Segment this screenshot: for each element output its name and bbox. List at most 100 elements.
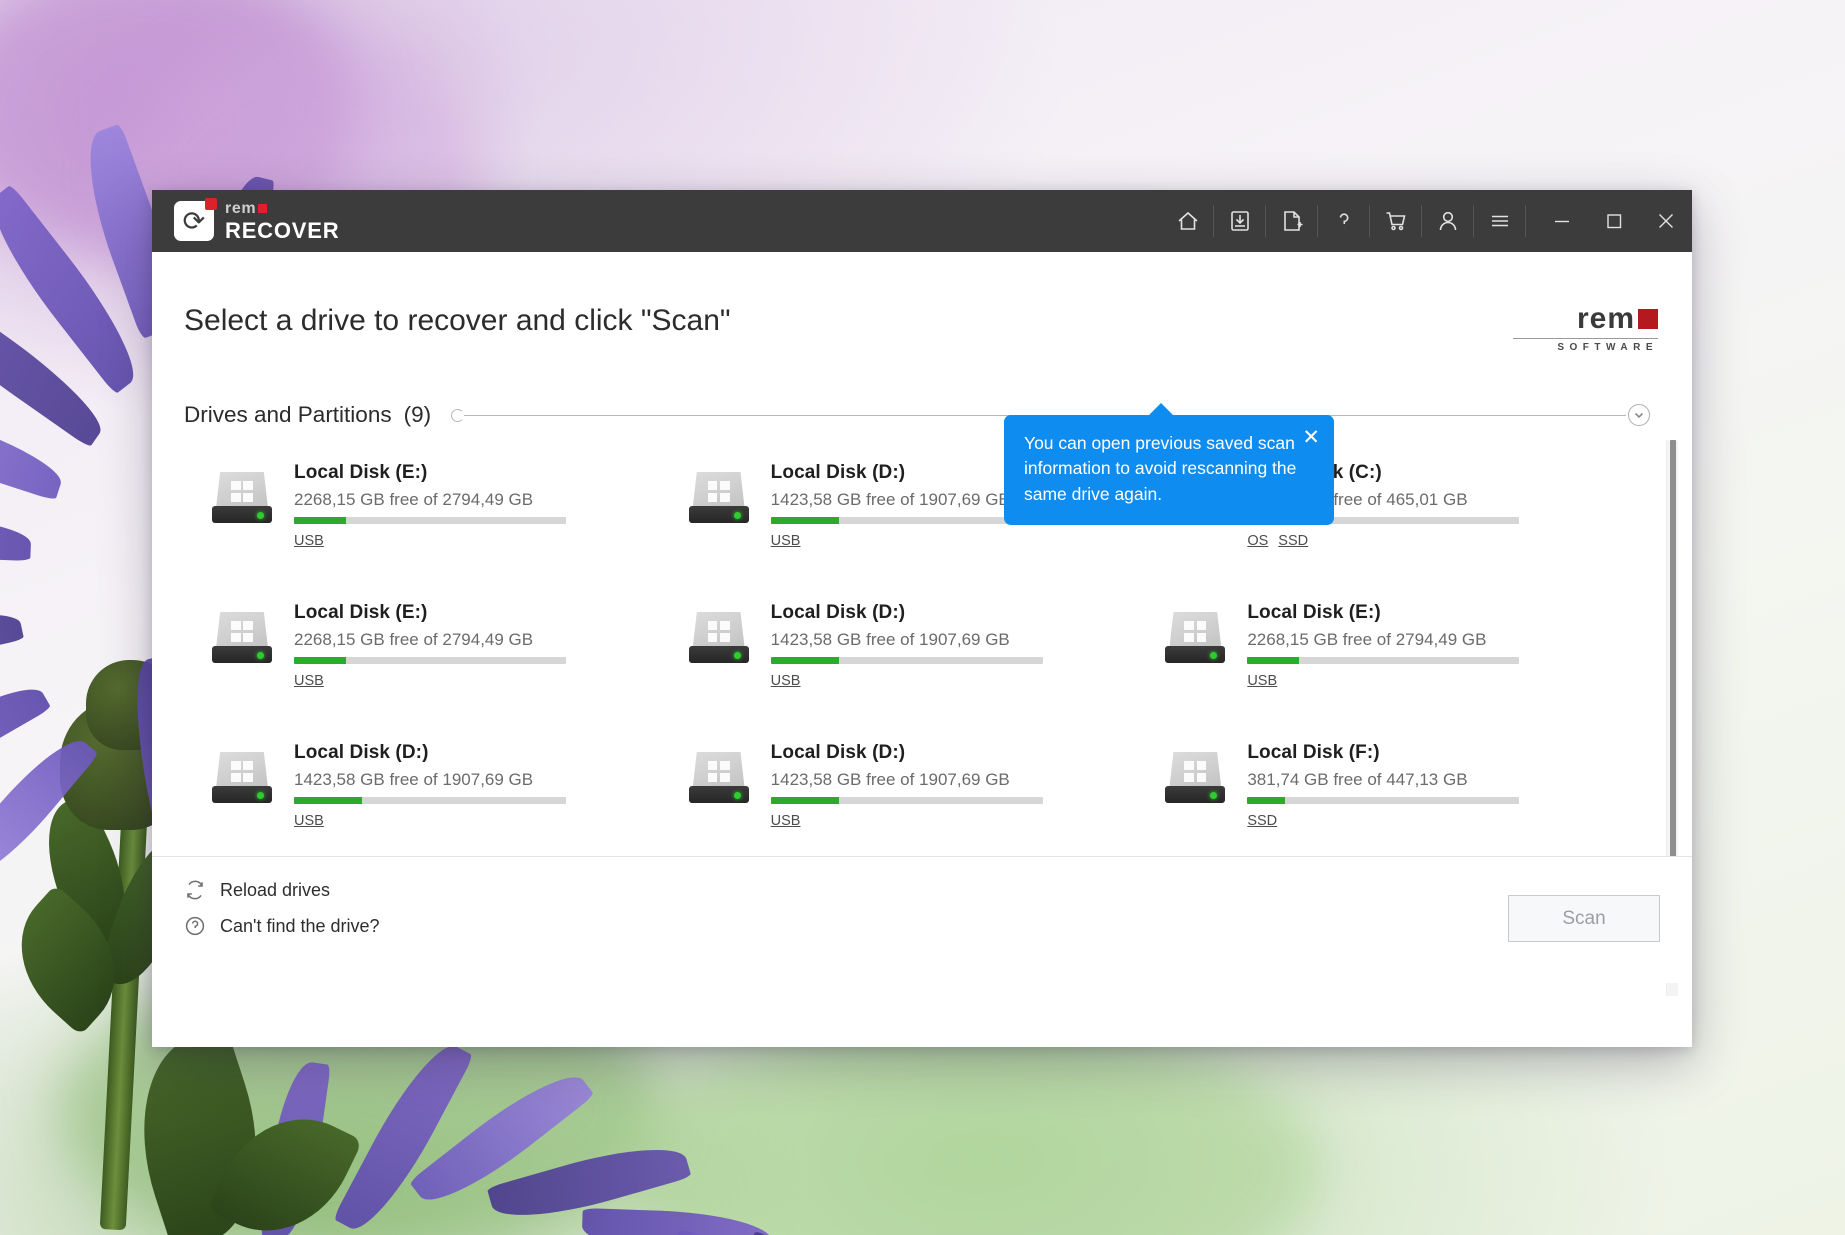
tooltip-arrow — [1148, 403, 1174, 416]
drive-name: Local Disk (E:) — [294, 602, 428, 623]
brand-remo-square — [258, 204, 268, 213]
help-icon[interactable] — [1318, 190, 1370, 252]
app-logo: ⟲ rem RECOVER — [152, 198, 340, 243]
logo-red-dot — [205, 198, 217, 210]
drive-tag[interactable]: OS — [1247, 533, 1268, 549]
drive-name: Local Disk (E:) — [1247, 602, 1381, 623]
drives-section-header: Drives and Partitions (9) — [184, 402, 1650, 428]
drive-card[interactable]: Local Disk (E:) 2268,15 GB free of 2794,4… — [184, 590, 661, 730]
drive-tag-group: OS SSD — [1247, 533, 1519, 549]
drive-usage-fill — [770, 797, 839, 804]
drive-led-icon — [733, 792, 741, 799]
tooltip-close-icon[interactable]: ✕ — [1302, 427, 1320, 448]
drive-card[interactable]: Local Disk (D:) 1423,58 GB free of 1907,6… — [661, 590, 1138, 730]
drive-tag-group: USB — [294, 673, 566, 689]
close-button[interactable] — [1640, 190, 1692, 252]
drive-info: Local Disk (E:) 2268,15 GB free of 2794,4… — [1247, 600, 1520, 689]
drives-grid: Local Disk (E:) 2268,15 GB free of 2794,4… — [184, 450, 1614, 870]
home-icon[interactable] — [1162, 190, 1214, 252]
account-icon[interactable] — [1422, 190, 1474, 252]
cant-find-drive-label: Can't find the drive? — [220, 915, 380, 936]
app-logo-mark: ⟲ — [174, 198, 217, 241]
drive-icon — [212, 750, 272, 804]
drive-info: Local Disk (E:) 2268,15 GB free of 2794,4… — [294, 460, 566, 549]
drive-usage-fill — [294, 657, 346, 664]
drive-usage-bar — [770, 517, 1043, 524]
desktop-background: ⟲ rem RECOVER Select a drive to recover … — [0, 0, 1845, 1235]
drive-card[interactable]: Local Disk (E:) 2268,15 GB free of 2794,4… — [184, 450, 661, 590]
drive-card[interactable]: Local Disk (E:) 2268,15 GB free of 2794,4… — [1137, 590, 1614, 730]
drive-name: Local Disk (D:) — [770, 602, 906, 623]
reload-drives-button[interactable]: Reload drives — [184, 879, 380, 901]
drive-name: Local Disk (D:) — [294, 742, 429, 763]
drive-led-icon — [257, 792, 264, 799]
drive-usage-bar — [770, 797, 1043, 804]
cant-find-drive-button[interactable]: Can't find the drive? — [184, 915, 380, 937]
minimize-button[interactable] — [1536, 190, 1588, 252]
corner-logo-word: rem — [1576, 302, 1635, 335]
drive-tag[interactable]: USB — [294, 673, 324, 689]
drive-card[interactable]: Local Disk (D:) 1423,58 GB free of 1907,6… — [184, 730, 661, 870]
drive-card[interactable]: Local Disk (F:) 381,74 GB free of 447,13 … — [1137, 730, 1614, 870]
drive-capacity: 381,74 GB free of 447,13 GB — [1247, 770, 1468, 789]
windows-logo-icon — [707, 621, 730, 642]
open-saved-scan-icon[interactable] — [1214, 190, 1266, 252]
drive-tag[interactable]: USB — [771, 533, 801, 549]
drive-tag[interactable]: SSD — [1278, 533, 1308, 549]
menu-icon[interactable] — [1474, 190, 1526, 252]
windows-logo-icon — [707, 761, 730, 782]
brand-product-label: RECOVER — [225, 217, 340, 243]
drive-capacity: 2268,15 GB free of 2794,49 GB — [1247, 630, 1487, 649]
drive-usage-bar — [1247, 657, 1520, 664]
help-circle-icon — [184, 915, 206, 937]
drive-tag[interactable]: USB — [294, 813, 324, 829]
window-titlebar: ⟲ rem RECOVER — [152, 190, 1692, 252]
drive-tag-group: USB — [771, 533, 1043, 549]
drive-usage-bar — [1247, 797, 1520, 804]
drive-tag[interactable]: USB — [771, 813, 801, 829]
windows-logo-icon — [231, 621, 253, 642]
windows-logo-icon — [707, 481, 730, 502]
drives-section-title: Drives and Partitions — [184, 402, 392, 427]
drive-tag[interactable]: SSD — [1247, 813, 1277, 829]
cart-icon[interactable] — [1370, 190, 1422, 252]
windows-logo-icon — [231, 761, 253, 782]
window-footer: Reload drives Can't find the drive? Scan — [152, 856, 1692, 983]
drive-usage-fill — [770, 657, 839, 664]
drive-usage-bar — [294, 797, 566, 804]
main-content: Select a drive to recover and click "Sca… — [152, 252, 1692, 996]
scan-button[interactable]: Scan — [1508, 895, 1660, 942]
drive-name: Local Disk (F:) — [1247, 742, 1380, 763]
drive-tag-group: USB — [771, 813, 1043, 829]
drive-capacity: 1423,58 GB free of 1907,69 GB — [770, 630, 1010, 649]
drive-usage-bar — [294, 657, 566, 664]
recover-arrow-icon: ⟲ — [182, 205, 206, 236]
drives-scrollbar-thumb[interactable] — [1670, 440, 1676, 868]
drive-info: Local Disk (D:) 1423,58 GB free of 1907,6… — [770, 600, 1043, 689]
drive-capacity: 2268,15 GB free of 2794,49 GB — [294, 630, 534, 649]
remo-recover-window: ⟲ rem RECOVER Select a drive to recover … — [152, 190, 1692, 1047]
drive-icon — [1165, 750, 1226, 804]
drive-name: Local Disk (D:) — [770, 742, 906, 763]
maximize-button[interactable] — [1588, 190, 1640, 252]
tooltip-text: You can open previous saved scan informa… — [1024, 433, 1297, 504]
drive-icon — [212, 610, 272, 664]
drive-tag[interactable]: USB — [771, 673, 801, 689]
windows-logo-icon — [1184, 621, 1207, 642]
drive-card[interactable]: Local Disk (D:) 1423,58 GB free of 1907,6… — [661, 730, 1138, 870]
footer-link-group: Reload drives Can't find the drive? — [184, 879, 380, 951]
drive-capacity: 2268,15 GB free of 2794,49 GB — [294, 490, 534, 509]
drive-led-icon — [733, 512, 741, 519]
drive-icon — [688, 470, 749, 524]
drive-tag[interactable]: USB — [294, 533, 324, 549]
reload-drives-label: Reload drives — [220, 879, 331, 900]
drive-capacity: 1423,58 GB free of 1907,69 GB — [770, 770, 1010, 789]
drive-tag[interactable]: USB — [1247, 673, 1277, 689]
corner-logo-square — [1638, 309, 1658, 329]
app-logo-text: rem RECOVER — [225, 200, 340, 243]
drive-tag-group: USB — [294, 533, 566, 549]
windows-logo-icon — [231, 481, 253, 502]
new-scan-icon[interactable] — [1266, 190, 1318, 252]
drives-collapse-chevron-down-icon[interactable] — [1628, 404, 1650, 426]
drive-tag-group: USB — [771, 673, 1043, 689]
